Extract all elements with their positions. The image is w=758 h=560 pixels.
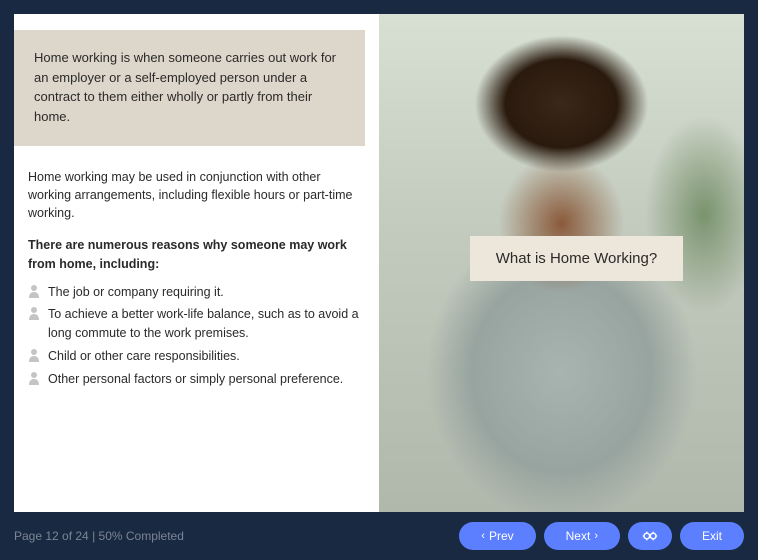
list-item: Other personal factors or simply persona… — [28, 370, 359, 389]
exit-label: Exit — [702, 529, 722, 543]
content-area: Home working is when someone carries out… — [14, 14, 744, 512]
exit-button[interactable]: Exit — [680, 522, 744, 550]
list-item: To achieve a better work-life balance, s… — [28, 305, 359, 343]
right-button-group: Exit — [628, 522, 744, 550]
list-item: Child or other care responsibilities. — [28, 347, 359, 366]
plant-accent — [644, 114, 744, 314]
prev-label: Prev — [489, 529, 514, 543]
list-item-text: The job or company requiring it. — [48, 283, 224, 302]
overlay-title: What is Home Working? — [470, 236, 683, 281]
left-panel: Home working is when someone carries out… — [14, 14, 379, 512]
list-item-text: Child or other care responsibilities. — [48, 347, 240, 366]
intro-text: Home working may be used in conjunction … — [28, 168, 359, 222]
list-item: The job or company requiring it. — [28, 283, 359, 302]
list-item-text: Other personal factors or simply persona… — [48, 370, 343, 389]
body-text: Home working may be used in conjunction … — [14, 146, 379, 273]
next-label: Next — [566, 529, 591, 543]
definition-box: Home working is when someone carries out… — [14, 30, 365, 146]
person-icon — [28, 306, 40, 320]
page-info: Page 12 of 24 | 50% Completed — [14, 529, 184, 543]
intro-heading: There are numerous reasons why someone m… — [28, 236, 359, 272]
chevron-left-icon: ‹ — [481, 530, 485, 542]
gears-icon — [642, 530, 658, 542]
list-item-text: To achieve a better work-life balance, s… — [48, 305, 359, 343]
chevron-right-icon: › — [594, 530, 598, 542]
person-icon — [28, 371, 40, 385]
settings-button[interactable] — [628, 522, 672, 550]
next-button[interactable]: Next › — [544, 522, 620, 550]
footer-bar: Page 12 of 24 | 50% Completed ‹ Prev Nex… — [0, 512, 758, 560]
right-panel: What is Home Working? — [379, 14, 744, 512]
reasons-list: The job or company requiring it. To achi… — [14, 273, 379, 393]
person-icon — [28, 284, 40, 298]
prev-button[interactable]: ‹ Prev — [459, 522, 535, 550]
person-icon — [28, 348, 40, 362]
